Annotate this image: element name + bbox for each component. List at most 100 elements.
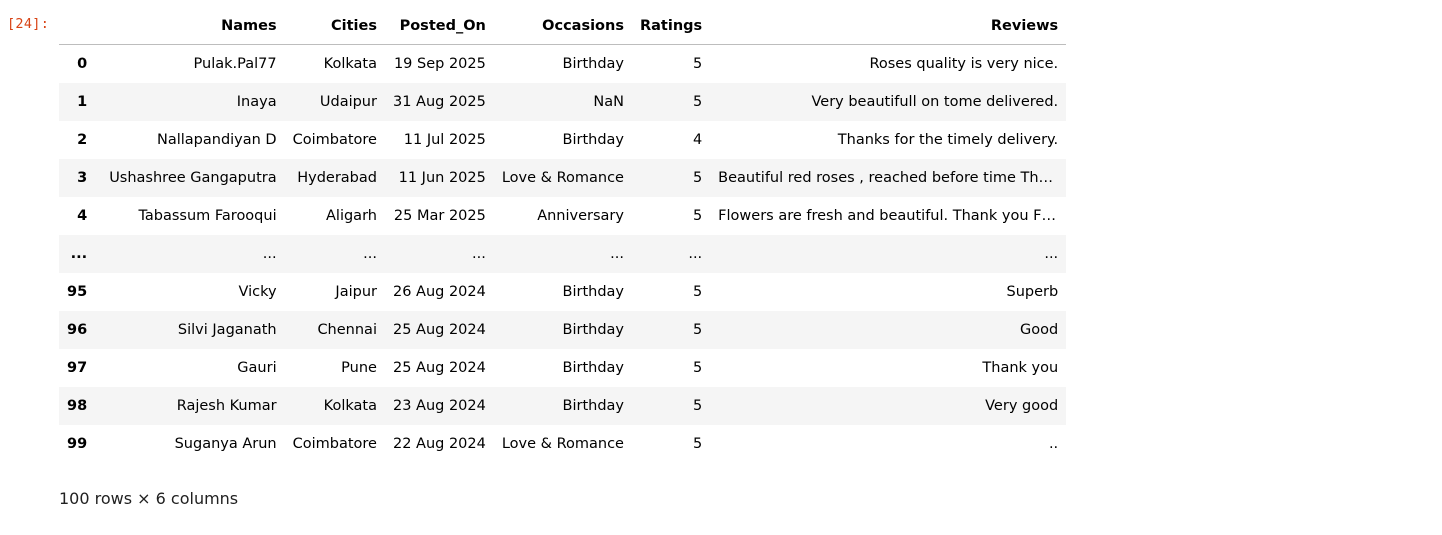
cell-reviews: Roses quality is very nice.	[869, 56, 1059, 72]
dataframe-shape-summary: 100 rows × 6 columns	[59, 489, 239, 508]
cell-ratings: ...	[688, 246, 703, 262]
cell-occasions: Birthday	[562, 322, 624, 338]
cell-ratings: 5	[692, 360, 703, 376]
cell-names: Suganya Arun	[174, 436, 277, 452]
cell-occasions: Anniversary	[537, 208, 624, 224]
cell-names: Vicky	[238, 284, 277, 300]
cell-names: Silvi Jaganath	[177, 322, 277, 338]
cell-cities: Kolkata	[323, 398, 377, 414]
cell-reviews: Superb	[1006, 284, 1059, 300]
cell-posted-on: 19 Sep 2025	[393, 56, 486, 72]
cell-ratings: 5	[692, 56, 703, 72]
cell-ratings: 5	[692, 94, 703, 110]
cell-cities: Udaipur	[319, 94, 377, 110]
table-row: 99 Suganya Arun Coimbatore 22 Aug 2024 Love …	[59, 425, 1066, 463]
cell-occasions: Birthday	[562, 132, 624, 148]
table-row: 3 Ushashree Gangaputra Hyderabad 11 Jun 202…	[59, 159, 1067, 197]
cell-names: Gauri	[237, 360, 277, 376]
row-index: 98	[67, 398, 88, 414]
cell-cities: Aligarh	[326, 208, 377, 224]
column-header-cities: Cities	[284, 8, 385, 45]
cell-posted-on: 23 Aug 2024	[392, 398, 486, 414]
cell-occasions: ...	[610, 246, 624, 262]
cell-reviews: Thank you	[982, 360, 1059, 376]
cell-names: Tabassum Farooqui	[138, 208, 277, 224]
cell-occasions: Birthday	[562, 56, 624, 72]
cell-reviews: Very good	[985, 398, 1059, 414]
row-index: 97	[67, 360, 88, 376]
row-index: 1	[77, 94, 88, 110]
cell-names: Inaya	[236, 94, 277, 110]
cell-posted-on: 25 Mar 2025	[393, 208, 486, 224]
cell-cities: ...	[363, 246, 377, 262]
cell-ratings: 5	[692, 436, 703, 452]
cell-posted-on: 22 Aug 2024	[392, 436, 486, 452]
cell-ratings: 4	[692, 132, 703, 148]
cell-ratings: 5	[692, 398, 703, 414]
column-header-reviews: Reviews	[710, 8, 1067, 45]
row-index: 96	[67, 322, 88, 338]
row-index: 0	[77, 56, 88, 72]
table-row: 98 Rajesh Kumar Kolkata 23 Aug 2024 Birthday…	[59, 387, 1067, 425]
cell-ratings: 5	[692, 208, 703, 224]
table-row: 0 Pulak.Pal77 Kolkata 19 Sep 2025 Birthday 5 R…	[59, 45, 1066, 84]
table-row: 97 Gauri Pune 25 Aug 2024 Birthday 5 Thank you	[59, 349, 1066, 387]
cell-reviews: Very beautifull on tome delivered.	[811, 94, 1059, 110]
cell-occasions: Birthday	[562, 360, 624, 376]
column-header-occasions: Occasions	[493, 8, 632, 45]
cell-reviews: Flowers are fresh and beautiful. Thank y…	[718, 208, 1067, 224]
cell-occasions: Love & Romance	[501, 170, 624, 186]
cell-cities: Chennai	[317, 322, 377, 338]
cell-cities: Jaipur	[335, 284, 377, 300]
table-header: Names Cities Posted_On Occasions Ratings Revi…	[59, 8, 1067, 45]
row-index: 95	[67, 284, 88, 300]
column-header-posted-on: Posted_On	[384, 8, 494, 45]
row-index: ...	[70, 246, 88, 262]
table-body: 0 Pulak.Pal77 Kolkata 19 Sep 2025 Birthday 5 R…	[59, 45, 1067, 464]
cell-cities: Coimbatore	[292, 132, 377, 148]
cell-output: Names Cities Posted_On Occasions Ratings Revi…	[59, 8, 1067, 508]
cell-occasions: Birthday	[562, 284, 624, 300]
cell-reviews: ...	[1044, 246, 1059, 262]
cell-ratings: 5	[692, 170, 703, 186]
cell-reviews: Thanks for the timely delivery.	[837, 132, 1059, 148]
table-row: 2 Nallapandiyan D Coimbatore 11 Jul 2025 Bir…	[59, 121, 1066, 159]
row-index: 4	[77, 208, 88, 224]
row-index: 99	[67, 436, 88, 452]
column-header-names: Names	[101, 8, 285, 45]
cell-cities: Hyderabad	[297, 170, 377, 186]
cell-reviews: Beautiful red roses , reached before tim…	[718, 170, 1067, 186]
cell-posted-on: 11 Jul 2025	[403, 132, 486, 148]
cell-reviews: ..	[1048, 436, 1059, 452]
cell-cities: Pune	[341, 360, 377, 376]
cell-cities: Kolkata	[323, 56, 377, 72]
table-row: 1 Inaya Udaipur 31 Aug 2025 NaN 5 Very beautif…	[59, 83, 1067, 121]
header-row: Names Cities Posted_On Occasions Ratings Revi…	[59, 8, 1067, 45]
cell-posted-on: 26 Aug 2024	[392, 284, 486, 300]
cell-posted-on: 11 Jun 2025	[398, 170, 486, 186]
cell-names: Pulak.Pal77	[193, 56, 277, 72]
cell-cities: Coimbatore	[292, 436, 377, 452]
dataframe-table: Names Cities Posted_On Occasions Ratings Revi…	[59, 8, 1067, 464]
table-row: .....................	[59, 235, 1067, 273]
cell-names: ...	[262, 246, 277, 262]
cell-posted-on: 25 Aug 2024	[392, 322, 486, 338]
cell-ratings: 5	[692, 284, 703, 300]
table-row: 95 Vicky Jaipur 26 Aug 2024 Birthday 5 Superb	[59, 273, 1066, 311]
cell-posted-on: 31 Aug 2025	[392, 94, 486, 110]
cell-occasions: NaN	[593, 94, 624, 110]
row-index: 3	[77, 170, 88, 186]
index-header	[59, 8, 102, 45]
cell-occasions: Birthday	[562, 398, 624, 414]
cell-names: Ushashree Gangaputra	[109, 170, 277, 186]
cell-ratings: 5	[692, 322, 703, 338]
cell-reviews: Good	[1019, 322, 1059, 338]
row-index: 2	[77, 132, 88, 148]
column-header-ratings: Ratings	[631, 8, 711, 45]
cell-names: Rajesh Kumar	[176, 398, 277, 414]
cell-posted-on: 25 Aug 2024	[392, 360, 486, 376]
cell-posted-on: ...	[472, 246, 486, 262]
cell-execution-count: [24]:	[7, 16, 50, 32]
cell-names: Nallapandiyan D	[156, 132, 277, 148]
table-row: 4 Tabassum Farooqui Aligarh 25 Mar 2025 Anni…	[59, 197, 1066, 235]
